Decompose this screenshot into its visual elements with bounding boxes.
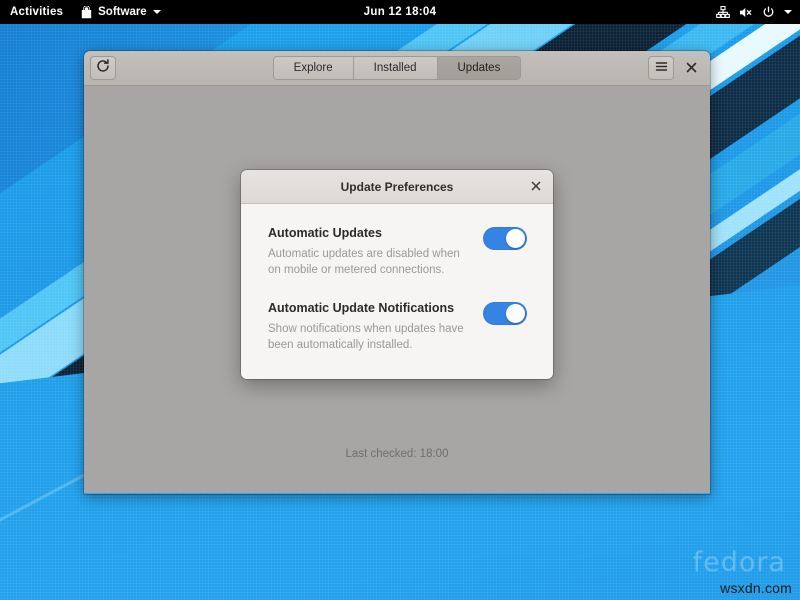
system-status-area[interactable] [716,6,800,19]
gnome-top-bar: Activities Software Jun 12 18:04 [0,0,800,24]
dialog-body: Automatic Updates Automatic updates are … [241,204,553,379]
image-watermark: wsxdn.com [720,580,792,596]
close-icon [686,61,697,76]
toggle-knob [506,229,525,248]
toggle-knob [506,304,525,323]
activities-button[interactable]: Activities [10,6,63,18]
dialog-close-button[interactable] [525,176,547,198]
window-header-right-group [648,56,704,80]
chevron-down-icon [153,10,161,14]
desktop-screen: fedora wsxdn.com Activities Software Jun… [0,0,800,600]
setting-text-group: Automatic Update Notifications Show noti… [268,301,469,354]
setting-row-update-notifications: Automatic Update Notifications Show noti… [268,301,527,354]
window-close-button[interactable] [678,56,704,80]
top-bar-left-group: Activities Software [0,6,161,19]
setting-description-automatic-updates: Automatic updates are disabled when on m… [268,247,469,279]
dialog-header: Update Preferences [241,170,553,204]
view-switcher-tabs: Explore Installed Updates [84,56,710,80]
setting-title-automatic-updates: Automatic Updates [268,226,469,240]
app-menu-label: Software [98,6,147,18]
hamburger-menu-icon [655,59,668,77]
tab-installed[interactable]: Installed [354,57,438,79]
refresh-icon [96,59,110,78]
setting-row-automatic-updates: Automatic Updates Automatic updates are … [268,226,527,279]
network-wired-icon [716,6,730,19]
refresh-button[interactable] [90,56,116,80]
setting-title-update-notifications: Automatic Update Notifications [268,301,469,315]
setting-description-update-notifications: Show notifications when updates have bee… [268,322,469,354]
fedora-logo: fedora [693,547,786,578]
power-icon [762,6,775,19]
last-checked-label: Last checked: 18:00 [84,448,710,460]
tab-explore[interactable]: Explore [274,57,354,79]
hamburger-menu-button[interactable] [648,56,674,80]
volume-muted-icon [739,6,753,19]
toggle-automatic-updates[interactable] [483,227,527,250]
chevron-down-icon [784,10,792,14]
tab-updates[interactable]: Updates [438,57,521,79]
update-preferences-dialog: Update Preferences Automatic Updates Aut… [241,170,553,379]
dialog-title: Update Preferences [241,180,553,194]
toggle-update-notifications[interactable] [483,302,527,325]
app-menu-button[interactable]: Software [81,6,161,19]
setting-text-group: Automatic Updates Automatic updates are … [268,226,469,279]
window-header-bar: Explore Installed Updates [84,51,710,86]
software-bag-icon [81,6,92,19]
close-icon [531,180,541,194]
